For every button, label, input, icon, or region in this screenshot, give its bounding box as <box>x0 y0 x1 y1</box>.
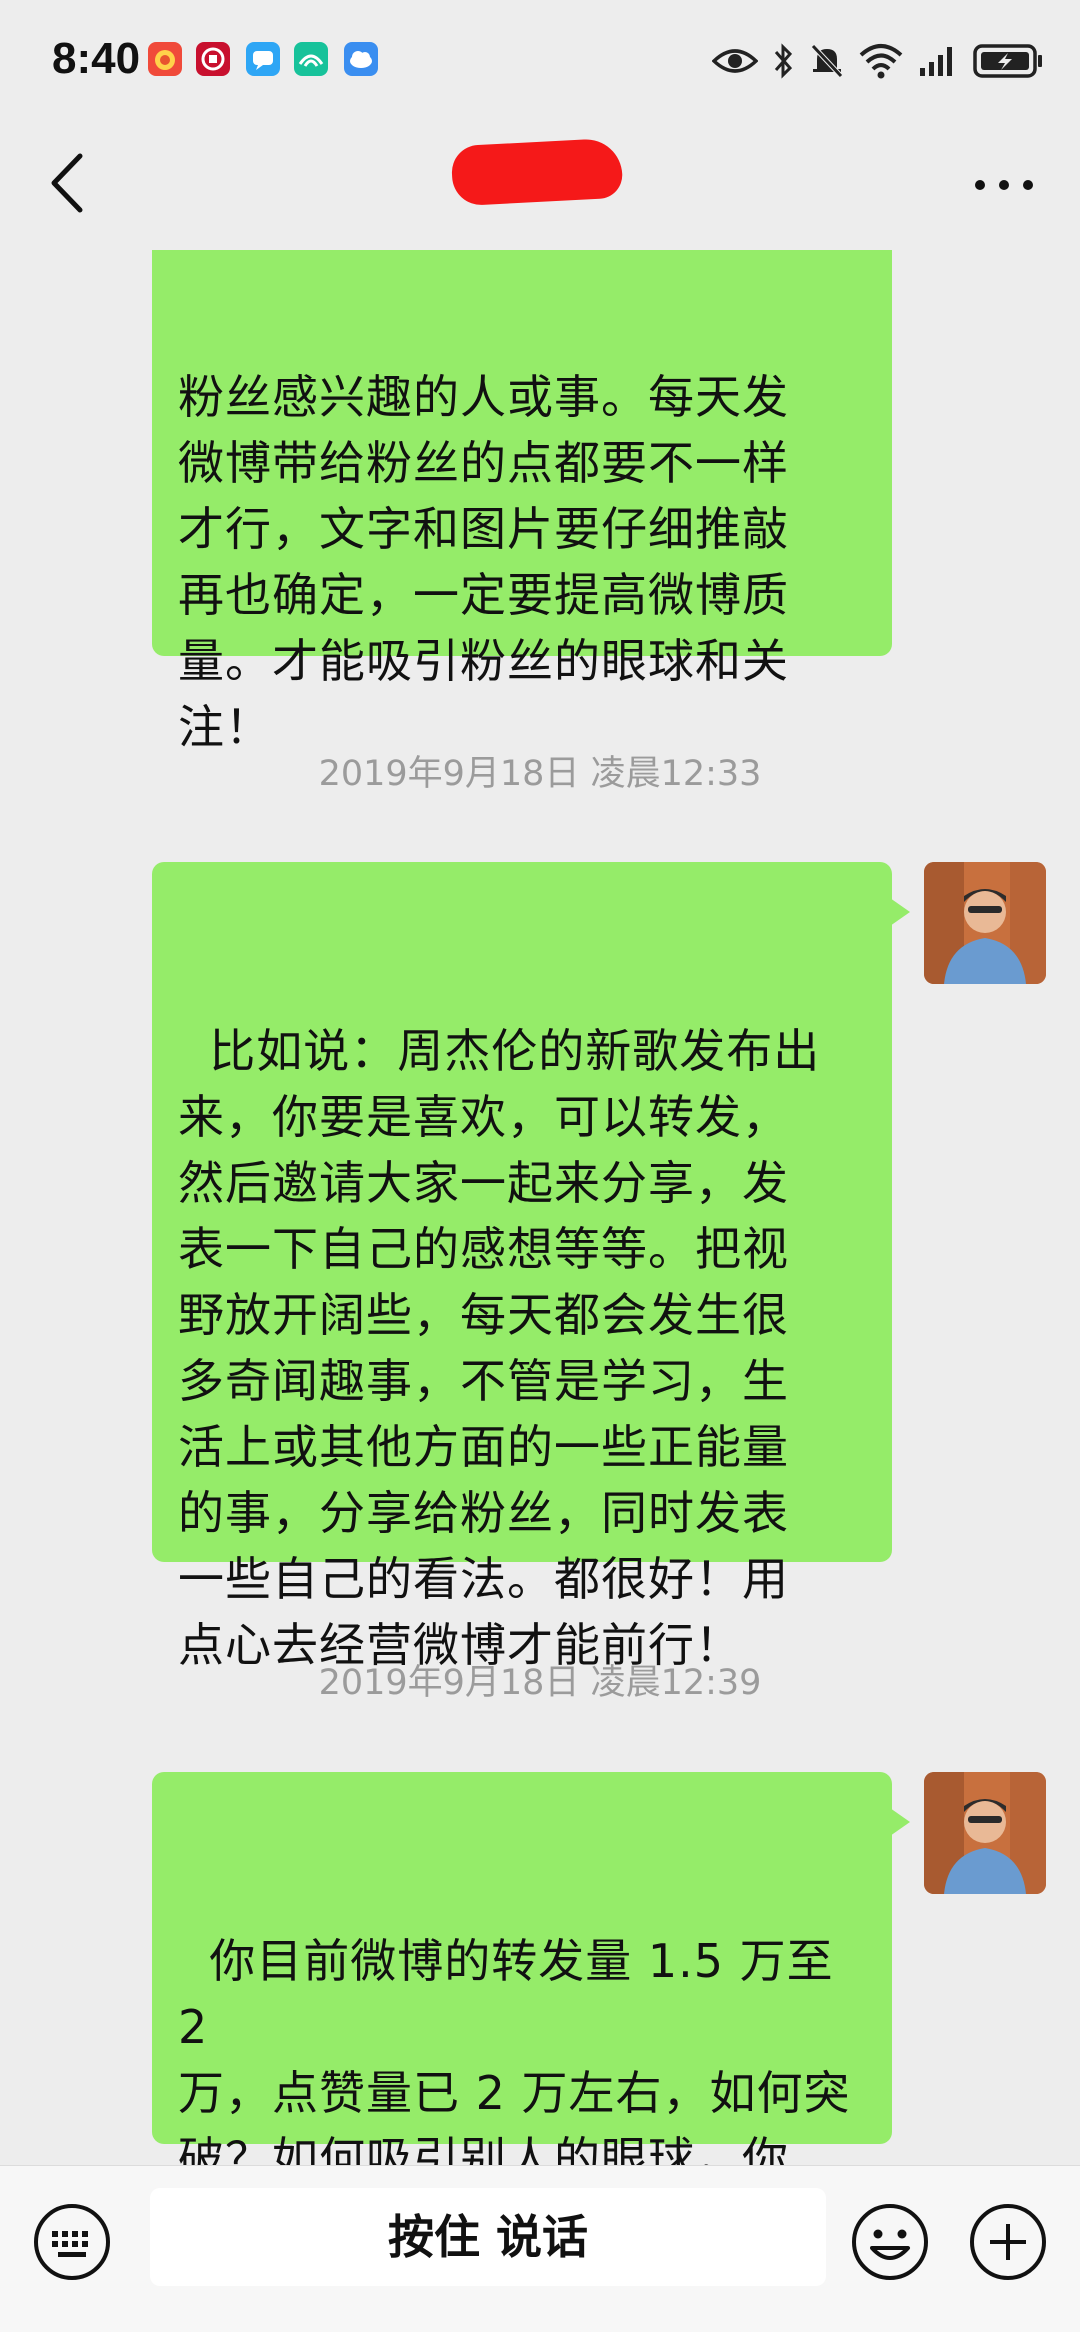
hold-to-talk-button[interactable]: 按住 说话 <box>150 2188 826 2286</box>
emoji-button[interactable] <box>850 2202 930 2282</box>
more-dots-icon <box>975 180 1033 190</box>
status-bar: 8:40 <box>0 0 1080 120</box>
app-icon-blue-cloud <box>344 42 378 76</box>
message-timestamp: 2019年9月18日 凌晨12:39 <box>318 1663 762 1703</box>
app-icon-blue-chat <box>246 42 280 76</box>
battery-charging-icon <box>973 44 1042 78</box>
status-time: 8:40 <box>52 34 141 83</box>
emoji-icon <box>852 2204 928 2280</box>
status-indicators <box>712 36 1044 86</box>
bluetooth-icon <box>774 43 793 79</box>
keyboard-button[interactable] <box>32 2202 112 2282</box>
message-text: 比如说：周杰伦的新歌发布出 来，你要是喜欢，可以转发， 然后邀请大家一起来分享，… <box>178 1024 821 1672</box>
keyboard-icon <box>34 2204 110 2280</box>
input-bar: 按住 说话 <box>0 2165 1080 2332</box>
wifi-icon <box>859 44 903 79</box>
app-icon-orange <box>148 42 182 76</box>
app-icon-red <box>196 42 230 76</box>
plus-icon <box>970 2204 1046 2280</box>
message-bubble[interactable]: 比如说：周杰伦的新歌发布出 来，你要是喜欢，可以转发， 然后邀请大家一起来分享，… <box>152 862 910 1672</box>
mute-bell-icon <box>811 44 843 78</box>
plus-button[interactable] <box>968 2202 1048 2282</box>
signal-icon <box>920 47 952 76</box>
back-button[interactable] <box>40 148 100 218</box>
message-bubble[interactable]: 你目前微博的转发量 1.5 万至 2 万，点赞量已 2 万左右，如何突 破？如何… <box>152 1772 910 2318</box>
avatar[interactable] <box>924 862 1046 984</box>
avatar[interactable] <box>924 1772 1046 1894</box>
message-timestamp: 2019年9月18日 凌晨12:33 <box>318 754 762 794</box>
app-icon-green <box>294 42 328 76</box>
eye-icon <box>712 49 758 73</box>
message-bubble[interactable]: 粉丝感兴趣的人或事。每天发 微博带给粉丝的点都要不一样 才行，文字和图片要仔细推… <box>152 250 892 754</box>
more-button[interactable] <box>964 160 1044 210</box>
chevron-left-icon <box>51 153 83 213</box>
message-text: 粉丝感兴趣的人或事。每天发 微博带给粉丝的点都要不一样 才行，文字和图片要仔细推… <box>178 370 789 754</box>
name-redaction <box>450 137 624 207</box>
